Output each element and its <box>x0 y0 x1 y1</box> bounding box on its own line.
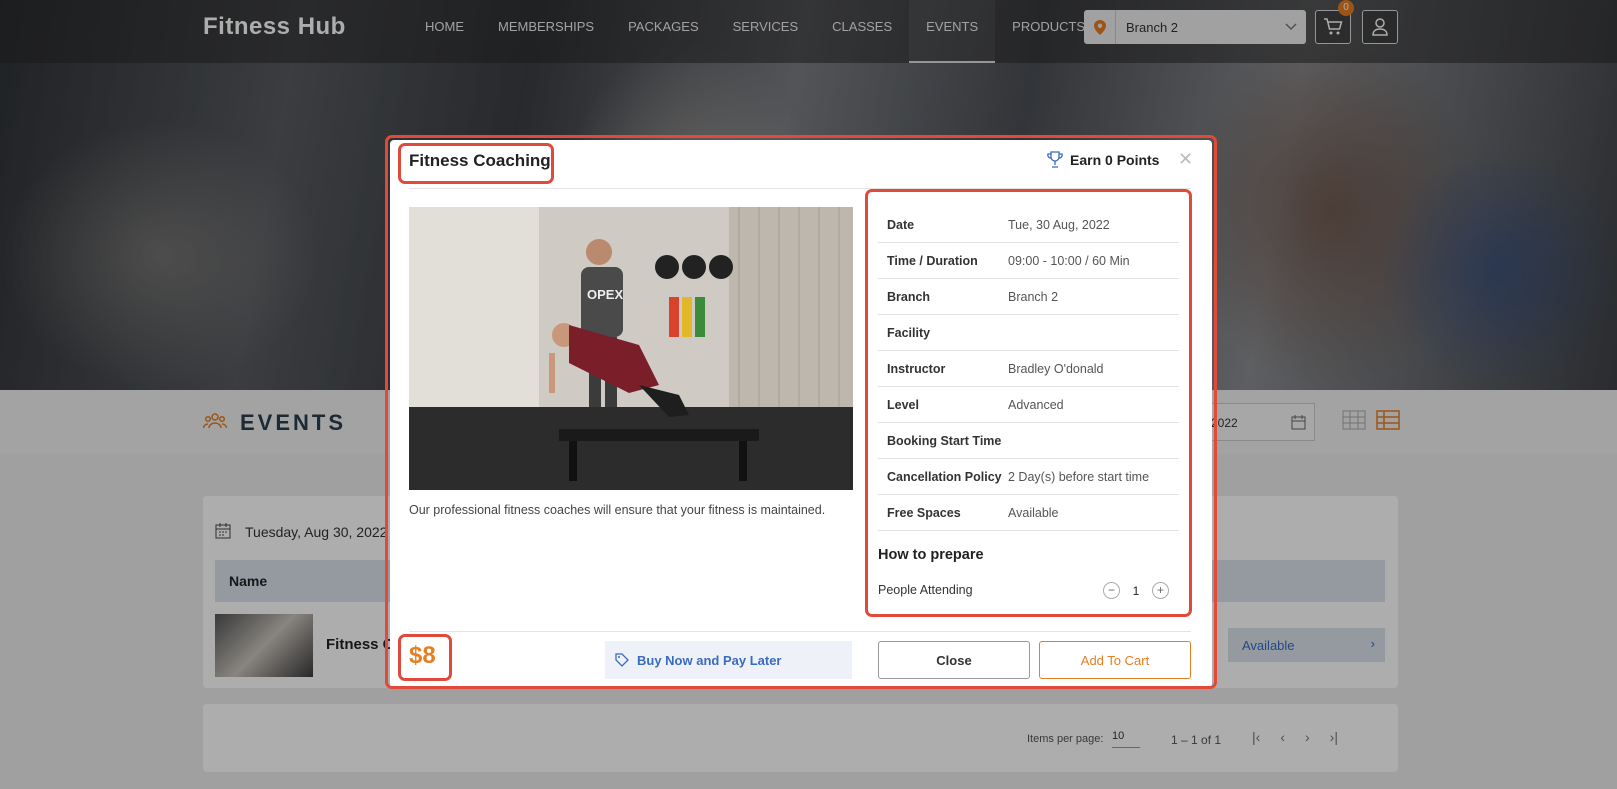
detail-row-facility: Facility <box>878 315 1179 351</box>
modal-title: Fitness Coaching <box>409 151 551 170</box>
modal-divider <box>409 188 1191 189</box>
earn-points-label: Earn 0 Points <box>1070 152 1160 168</box>
event-details-table: Date Tue, 30 Aug, 2022 Time / Duration 09:… <box>878 207 1179 531</box>
detail-value: 2 Day(s) before start time <box>1008 469 1150 484</box>
event-description: Our professional fitness coaches will en… <box>409 503 826 517</box>
detail-value: 09:00 - 10:00 / 60 Min <box>1008 253 1130 268</box>
detail-row-time: Time / Duration 09:00 - 10:00 / 60 Min <box>878 243 1179 279</box>
detail-label: Facility <box>887 325 931 340</box>
trophy-icon <box>1047 151 1063 168</box>
detail-value: Advanced <box>1008 397 1064 412</box>
detail-label: Branch <box>887 289 931 304</box>
detail-label: Time / Duration <box>887 253 978 268</box>
detail-row-free-spaces: Free Spaces Available <box>878 495 1179 531</box>
detail-label: Free Spaces <box>887 505 961 520</box>
detail-value: Bradley O'donald <box>1008 361 1104 376</box>
detail-row-branch: Branch Branch 2 <box>878 279 1179 315</box>
close-button[interactable]: Close <box>878 641 1030 679</box>
detail-value: Available <box>1008 505 1059 520</box>
detail-row-cancellation: Cancellation Policy 2 Day(s) before start… <box>878 459 1179 495</box>
detail-row-instructor: Instructor Bradley O'donald <box>878 351 1179 387</box>
people-attending-value[interactable]: 1 <box>1130 584 1142 598</box>
footer-divider <box>409 631 1191 632</box>
detail-row-booking-start: Booking Start Time <box>878 423 1179 459</box>
shirt-text: OPEX <box>587 287 623 302</box>
add-to-cart-button[interactable]: Add To Cart <box>1039 641 1191 679</box>
detail-label: Booking Start Time <box>887 433 1002 448</box>
event-photo: OPEX <box>409 207 853 490</box>
event-price: $8 <box>409 642 436 669</box>
people-attending-label: People Attending <box>878 583 973 597</box>
tag-icon <box>615 653 629 667</box>
detail-label: Cancellation Policy <box>887 469 1002 484</box>
detail-value: Branch 2 <box>1008 289 1059 304</box>
bnpl-label: Buy Now and Pay Later <box>637 652 782 668</box>
buy-now-pay-later-button[interactable]: Buy Now and Pay Later <box>605 641 852 679</box>
increment-button[interactable]: + <box>1152 582 1169 599</box>
detail-label: Instructor <box>887 361 946 376</box>
close-icon[interactable]: ✕ <box>1178 149 1193 170</box>
decrement-button[interactable]: − <box>1103 582 1120 599</box>
detail-label: Date <box>887 217 915 232</box>
how-to-prepare-heading: How to prepare <box>878 547 984 563</box>
detail-row-level: Level Advanced <box>878 387 1179 423</box>
detail-label: Level <box>887 397 919 412</box>
detail-value: Tue, 30 Aug, 2022 <box>1008 217 1110 232</box>
detail-row-date: Date Tue, 30 Aug, 2022 <box>878 207 1179 243</box>
earn-points: Earn 0 Points <box>1046 151 1159 169</box>
people-attending-stepper: − 1 + <box>1103 582 1169 599</box>
